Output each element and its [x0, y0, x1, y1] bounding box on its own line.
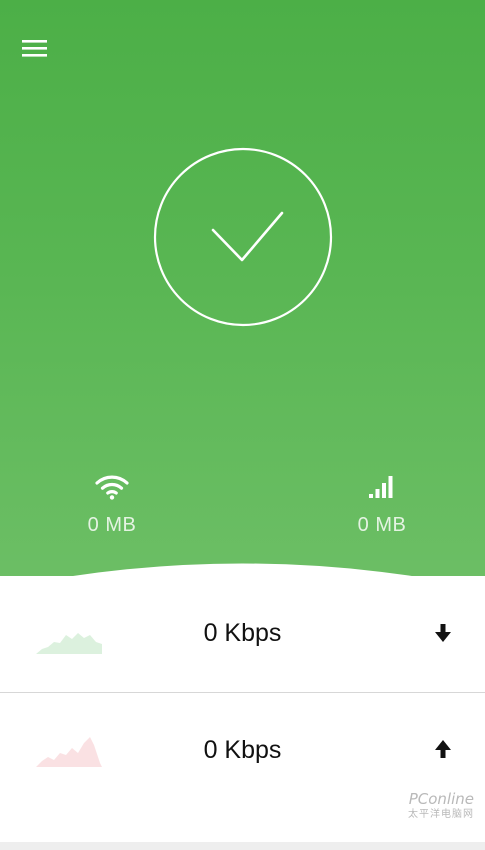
watermark-logo: PConline [408, 790, 474, 808]
arrow-up-icon [435, 740, 451, 758]
watermark-subtitle: 太平洋电脑网 [408, 809, 474, 820]
cellular-usage: 0 MB [322, 470, 442, 537]
wifi-usage-value: 0 MB [87, 514, 137, 536]
download-speed-value: 0 Kbps [203, 619, 282, 647]
download-speed-row: 0 Kbps [0, 576, 485, 692]
speed-monitor-screen: 0 MB 0 MB 0 Kbps 0 Kbps PConline 太平洋电脑网 [0, 0, 485, 850]
cellular-signal-icon [369, 476, 393, 498]
status-header: 0 MB 0 MB [0, 0, 485, 600]
hamburger-menu-icon [22, 40, 47, 57]
wifi-icon [95, 475, 129, 500]
arrow-down-icon [435, 624, 451, 642]
cellular-usage-value: 0 MB [357, 514, 407, 536]
menu-button[interactable] [16, 32, 52, 66]
upload-speed-value: 0 Kbps [203, 736, 282, 764]
connection-status-ring [153, 147, 333, 327]
bottom-edge [0, 842, 485, 850]
checkmark-icon [211, 211, 284, 262]
watermark: PConline 太平洋电脑网 [392, 792, 474, 826]
wifi-usage: 0 MB [52, 470, 172, 537]
